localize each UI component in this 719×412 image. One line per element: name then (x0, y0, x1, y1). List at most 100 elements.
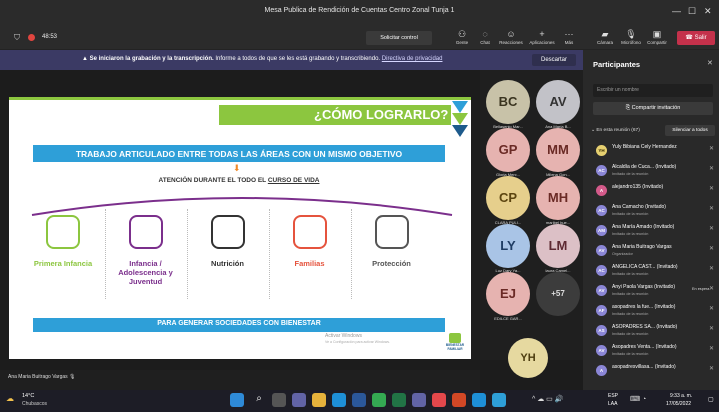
slide-column-label: Infancia / Adolescencia y Juventud (118, 259, 173, 286)
mic-off-icon[interactable]: ✕ (709, 245, 714, 252)
chat-icon: ◌ (482, 29, 488, 39)
mic-off-icon[interactable]: ✕ (709, 265, 714, 272)
participant-list-item[interactable]: YH Yuly Bibiana Cely Hernandez ✕ (594, 143, 719, 163)
participant-list-item[interactable]: AM Ana María Amado (Invitado) Invitado d… (594, 223, 719, 243)
privacy-link[interactable]: Directiva de privacidad (382, 56, 443, 62)
section-header[interactable]: ⌄ En esta reunión (67) (591, 128, 640, 133)
chat-button[interactable]: ◌ Chat (477, 29, 493, 45)
participant-tile[interactable]: +57 (536, 272, 580, 316)
weather-temp[interactable]: 14°C (22, 393, 34, 399)
mic-off-icon[interactable]: ✕ (709, 325, 714, 332)
tray-icons[interactable]: ^ ☁ ▭ 🔊 (532, 395, 563, 403)
people-button[interactable]: ⚇ Gente (452, 29, 472, 45)
task-view-icon[interactable] (272, 393, 286, 407)
warning-icon: ▲ (82, 56, 90, 62)
reactions-button[interactable]: ☺ Reacciones (496, 29, 526, 45)
edge-icon[interactable] (332, 393, 346, 407)
request-control-button[interactable]: Solicitar control (366, 31, 432, 45)
lang-layout[interactable]: LAA (608, 401, 617, 407)
mic-off-icon[interactable]: ✕ (709, 365, 714, 372)
avatar: AC (596, 265, 607, 276)
house-icon (449, 333, 461, 343)
participant-list-item[interactable]: AC Alcaldía de Cuca... (Invitado) Invita… (594, 163, 719, 183)
mute-all-button[interactable]: Silenciar a todos (665, 125, 715, 136)
participant-list-item[interactable]: AV Anyi Paola Vargas (Invitado) Invitado… (594, 283, 719, 303)
avatar: AM (596, 225, 607, 236)
participant-list-item[interactable]: AF asopadres la fue... (Invitado) Invita… (594, 303, 719, 323)
participant-tile[interactable]: GP (486, 128, 530, 172)
clock-time[interactable]: 9:33 a. m. (670, 393, 692, 399)
mic-off-icon[interactable]: ✕ (709, 165, 714, 172)
mic-off-icon[interactable]: ✕ (709, 225, 714, 232)
clock-date[interactable]: 17/05/2022 (666, 401, 691, 407)
participant-list-item[interactable]: A alejandro135 (Invitado) ✕ (594, 183, 719, 203)
teams-chat-icon[interactable] (292, 393, 306, 407)
participant-tile[interactable]: LM (536, 224, 580, 268)
participant-tile[interactable]: AV (536, 80, 580, 124)
teams-icon[interactable] (412, 393, 426, 407)
word-icon[interactable] (352, 393, 366, 407)
presenter-avatar: YH (508, 338, 548, 378)
mic-off-icon[interactable]: ✕ (709, 305, 714, 312)
participant-tile[interactable]: MM (536, 128, 580, 172)
excel-icon[interactable] (392, 393, 406, 407)
app-blue-icon[interactable] (472, 393, 486, 407)
participant-tile[interactable]: MH (536, 176, 580, 220)
minimize-icon[interactable]: — (672, 6, 681, 16)
slide-column-label: Familias (294, 259, 325, 268)
mic-off-icon[interactable]: ✕ (709, 285, 714, 292)
powerpoint-icon[interactable] (452, 393, 466, 407)
camera-button[interactable]: ▰ Cámara (594, 29, 616, 45)
participant-tile[interactable]: LY (486, 224, 530, 268)
apps-button[interactable]: + Aplicaciones (527, 29, 557, 45)
participant-name: Alcaldía de Cuca... (Invitado) (612, 164, 677, 170)
mic-off-icon: 🎙 (625, 29, 637, 39)
reactions-icon: ☺ (506, 29, 516, 39)
avatar: AC (596, 205, 607, 216)
search-participants-input[interactable]: Escribir un nombre (593, 84, 713, 97)
app-cyan-icon[interactable] (492, 393, 506, 407)
participant-list-item[interactable]: AV Asopadres Venta... (Invitado) Invitad… (594, 343, 719, 363)
lang-code[interactable]: ESP (608, 393, 618, 399)
recording-icon (28, 34, 35, 41)
search-icon[interactable]: ⌕ (252, 393, 266, 407)
notification-icon[interactable]: ▢ (708, 396, 714, 403)
mic-off-icon[interactable]: ✕ (709, 205, 714, 212)
chrome-icon[interactable] (372, 393, 386, 407)
food-icon (210, 215, 245, 249)
share-button[interactable]: ▣ Compartir (645, 29, 669, 45)
mic-off-icon[interactable]: ✕ (709, 185, 714, 192)
slide-column-4: Protección (351, 209, 431, 299)
weather-text[interactable]: Chubascos (22, 401, 47, 407)
share-invite-button[interactable]: ⎘ Compartir invitación (593, 102, 713, 115)
participant-list-item[interactable]: A asopadresvillasa... (Invitado) ✕ (594, 363, 719, 383)
participant-name: Ana María Amado (Invitado) (612, 224, 675, 230)
family-icon (292, 215, 327, 249)
slide-column-2: Nutrición (187, 209, 267, 299)
baby-icon (46, 215, 80, 249)
app-red-icon[interactable] (432, 393, 446, 407)
microphone-button[interactable]: 🎙 Micrófono (618, 29, 644, 45)
close-icon[interactable]: ✕ (704, 6, 712, 17)
panel-close-icon[interactable]: ✕ (707, 59, 713, 67)
dismiss-button[interactable]: Descartar (532, 54, 576, 66)
meeting-toolbar: ⛉ 48:53 Solicitar control ⚇ Gente ◌ Chat ☺… (0, 26, 719, 50)
leave-button[interactable]: ☎ Salir (677, 31, 715, 45)
file-explorer-icon[interactable] (312, 393, 326, 407)
windows-start-icon[interactable] (230, 393, 244, 407)
mic-off-icon[interactable]: ✕ (709, 345, 714, 352)
network-icon[interactable]: ⌨ ◔ (630, 395, 646, 403)
mic-off-icon[interactable]: ✕ (709, 145, 714, 152)
participant-tile[interactable]: BC (486, 80, 530, 124)
participant-list-item[interactable]: AC Ana Camacho (Invitado) Invitado de la… (594, 203, 719, 223)
more-button[interactable]: ··· Más (561, 29, 577, 45)
participant-tile[interactable]: EJ (486, 272, 530, 316)
participant-list-item[interactable]: AS ASOPADRES SA... (Invitado) Invitado d… (594, 323, 719, 343)
participant-list-item[interactable]: AV Ana Maria Buitrago Vargas Organizador… (594, 243, 719, 263)
avatar: A (596, 185, 607, 196)
participant-tile[interactable]: CP (486, 176, 530, 220)
maximize-icon[interactable]: ☐ (688, 6, 696, 17)
participant-list-item[interactable]: AC ANGELICA CAST... (Invitado) Invitado … (594, 263, 719, 283)
taskbar: ☁ 14°C Chubascos ⌕ ^ ☁ ▭ 🔊 ESP LAA ⌨ ◔ 9… (0, 390, 719, 412)
participant-role: Invitado de la reunión (612, 232, 649, 236)
